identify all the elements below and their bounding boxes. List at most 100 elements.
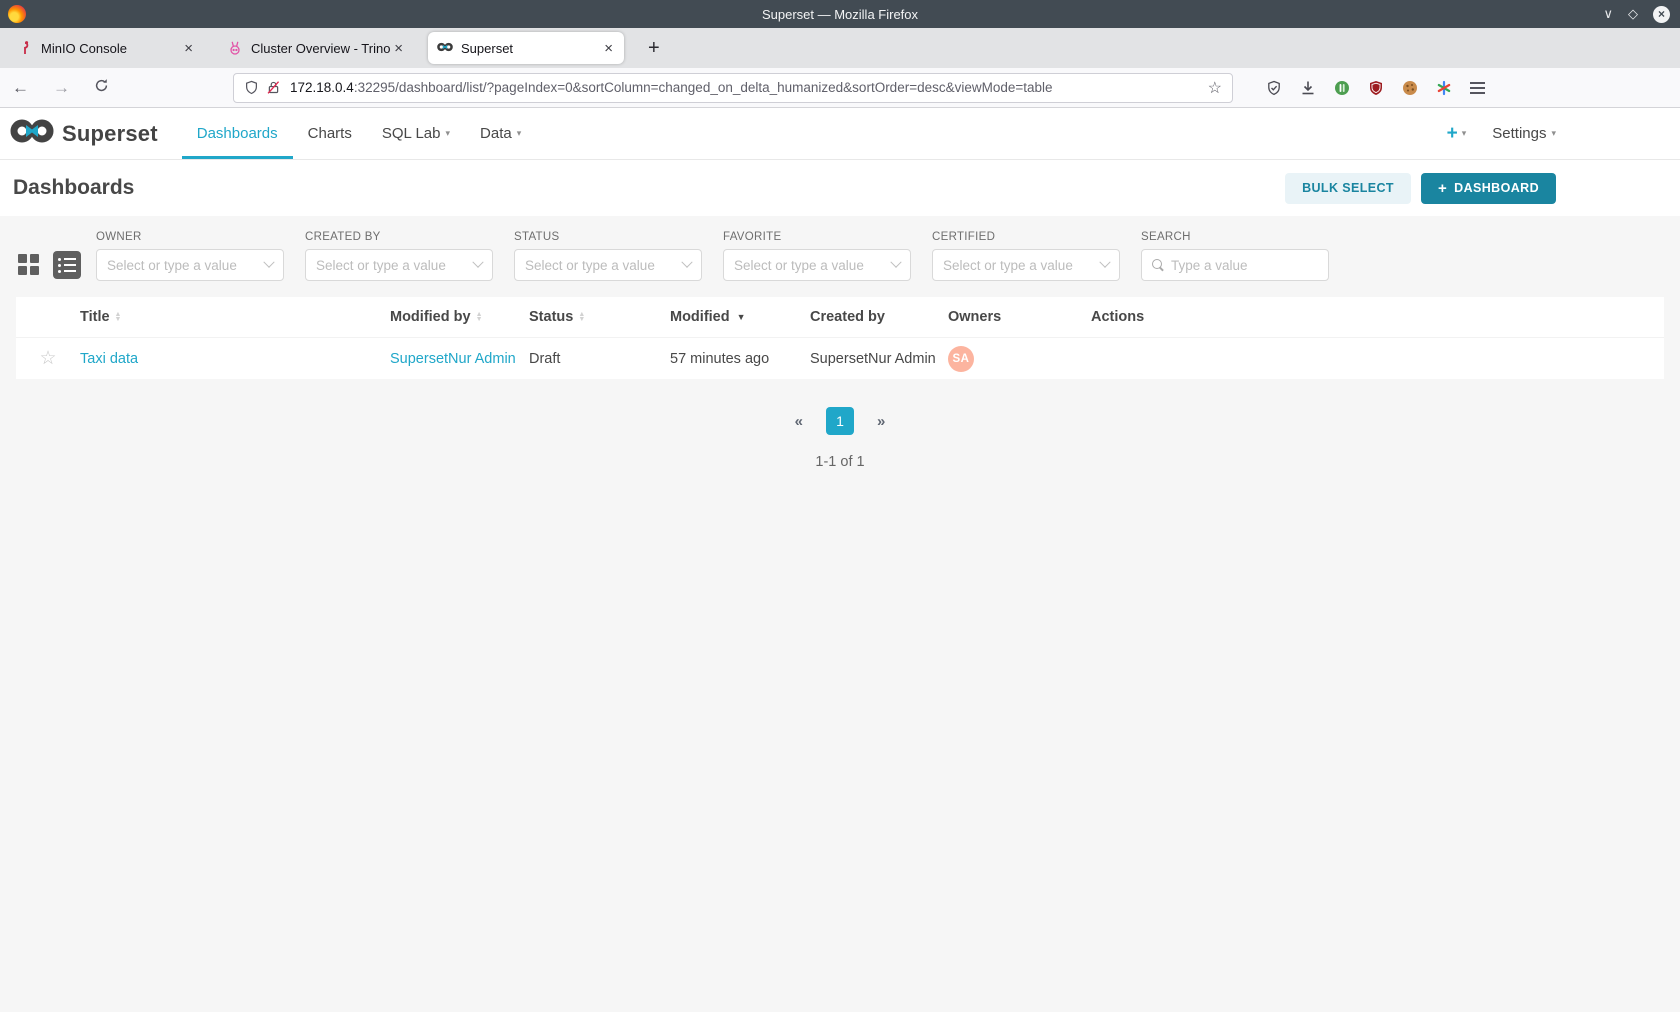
tab-label: Cluster Overview - Trino [251, 41, 392, 56]
view-toggles [18, 251, 81, 279]
column-header-actions: Actions [1091, 309, 1664, 325]
nav-item-data[interactable]: Data ▾ [465, 108, 536, 159]
tab-close-icon[interactable]: × [392, 40, 405, 57]
reload-button[interactable] [82, 78, 121, 98]
extension-green-icon[interactable] [1333, 79, 1350, 96]
window-controls: ∨ ◇ × [1603, 5, 1680, 23]
filter-status: STATUS Select or type a value [514, 231, 702, 281]
browser-tab-trino[interactable]: Cluster Overview - Trino × [218, 32, 414, 64]
trino-icon [227, 40, 243, 56]
url-text[interactable]: 172.18.0.4:32295/dashboard/list/?pageInd… [290, 80, 1200, 95]
select-placeholder: Select or type a value [734, 258, 892, 273]
favorite-star-icon[interactable]: ☆ [39, 347, 56, 370]
nav-item-dashboards[interactable]: Dashboards [182, 108, 293, 159]
window-titlebar: Superset — Mozilla Firefox ∨ ◇ × [0, 0, 1680, 28]
insecure-lock-icon[interactable] [266, 80, 281, 95]
window-maximize-icon[interactable]: ◇ [1628, 5, 1638, 23]
column-label: Modified [670, 309, 730, 325]
prev-page-button[interactable]: « [795, 413, 803, 430]
brand-name: Superset [62, 121, 158, 147]
new-dashboard-button[interactable]: + DASHBOARD [1421, 173, 1556, 204]
created-by-select[interactable]: Select or type a value [305, 249, 493, 281]
nav-label: Dashboards [197, 125, 278, 142]
bulk-select-button[interactable]: BULK SELECT [1285, 173, 1411, 204]
filter-certified: CERTIFIED Select or type a value [932, 231, 1120, 281]
bulk-select-label: BULK SELECT [1302, 181, 1394, 195]
chevron-down-icon [263, 257, 274, 268]
nav-label: Charts [308, 125, 352, 142]
shield-check-icon[interactable] [1265, 79, 1282, 96]
new-item-menu[interactable]: + ▾ [1447, 124, 1467, 143]
status-select[interactable]: Select or type a value [514, 249, 702, 281]
column-label: Status [529, 309, 573, 325]
pagination: « 1 » [0, 407, 1680, 435]
browser-tab-minio[interactable]: MinIO Console × [8, 32, 204, 64]
window-title: Superset — Mozilla Firefox [0, 7, 1680, 22]
favorite-select[interactable]: Select or type a value [723, 249, 911, 281]
page-title: Dashboards [13, 176, 134, 200]
table-row: ☆ Taxi data SupersetNur Admin Draft 57 m… [16, 337, 1664, 379]
forward-button[interactable]: → [41, 78, 82, 98]
cookie-icon[interactable] [1401, 79, 1418, 96]
column-header-modified-by[interactable]: Modified by ▲▼ [390, 309, 529, 325]
bookmark-star-icon[interactable]: ☆ [1208, 78, 1222, 98]
tab-close-icon[interactable]: × [182, 40, 195, 57]
owner-select[interactable]: Select or type a value [96, 249, 284, 281]
filter-label: CREATED BY [305, 231, 493, 243]
window-minimize-icon[interactable]: ∨ [1603, 5, 1613, 23]
modified-by-link[interactable]: SupersetNur Admin [390, 351, 516, 367]
nav-item-sql-lab[interactable]: SQL Lab ▾ [367, 108, 465, 159]
chevron-down-icon [472, 257, 483, 268]
search-box[interactable] [1141, 249, 1329, 281]
filter-label: FAVORITE [723, 231, 911, 243]
downloads-icon[interactable] [1299, 79, 1316, 96]
column-header-title[interactable]: Title ▲▼ [80, 309, 390, 325]
sort-desc-icon: ▼ [737, 312, 746, 322]
minio-icon [17, 40, 33, 56]
chevron-down-icon [681, 257, 692, 268]
certified-select[interactable]: Select or type a value [932, 249, 1120, 281]
modified-by-cell: SupersetNur Admin [390, 351, 529, 367]
search-input[interactable] [1171, 258, 1348, 273]
extension-star-icon[interactable] [1435, 79, 1452, 96]
owner-avatar[interactable]: SA [948, 346, 974, 372]
sort-icon: ▲▼ [115, 312, 122, 322]
nav-label: Data [480, 125, 512, 142]
column-label: Title [80, 309, 110, 325]
navbar-right: + ▾ Settings ▾ [1447, 124, 1556, 143]
page-1-button[interactable]: 1 [826, 407, 854, 435]
column-header-modified[interactable]: Modified ▼ [670, 309, 810, 325]
favorite-cell: ☆ [16, 347, 80, 370]
new-tab-button[interactable]: + [638, 37, 670, 60]
ublock-shield-icon[interactable] [1367, 79, 1384, 96]
tab-close-icon[interactable]: × [602, 40, 615, 57]
toolbar-extension-icons [1265, 79, 1486, 96]
filter-owner: OWNER Select or type a value [96, 231, 284, 281]
filter-label: OWNER [96, 231, 284, 243]
next-page-button[interactable]: » [877, 413, 885, 430]
nav-label: SQL Lab [382, 125, 441, 142]
status-cell: Draft [529, 351, 670, 367]
browser-tab-superset[interactable]: Superset × [428, 32, 624, 64]
back-button[interactable]: ← [0, 78, 41, 98]
list-view-icon[interactable] [53, 251, 81, 279]
chevron-down-icon [1099, 257, 1110, 268]
card-view-icon[interactable] [18, 254, 40, 276]
shield-permissions-icon[interactable] [244, 80, 259, 95]
column-header-status[interactable]: Status ▲▼ [529, 309, 670, 325]
content-area: OWNER Select or type a value CREATED BY … [0, 216, 1680, 1012]
filter-bar: OWNER Select or type a value CREATED BY … [0, 231, 1680, 281]
menu-icon[interactable] [1469, 79, 1486, 96]
sort-icon: ▲▼ [476, 312, 483, 322]
superset-brand[interactable]: Superset [10, 118, 158, 149]
chevron-down-icon: ▾ [1462, 128, 1467, 139]
filter-created-by: CREATED BY Select or type a value [305, 231, 493, 281]
chevron-down-icon: ▾ [445, 128, 450, 139]
nav-item-charts[interactable]: Charts [293, 108, 367, 159]
settings-menu[interactable]: Settings ▾ [1492, 125, 1556, 142]
window-close-icon[interactable]: × [1653, 6, 1670, 23]
dashboards-table: Title ▲▼ Modified by ▲▼ Status ▲▼ Modifi… [16, 297, 1664, 379]
dashboard-title-link[interactable]: Taxi data [80, 351, 138, 367]
url-bar[interactable]: 172.18.0.4:32295/dashboard/list/?pageInd… [233, 73, 1233, 103]
column-label: Modified by [390, 309, 471, 325]
